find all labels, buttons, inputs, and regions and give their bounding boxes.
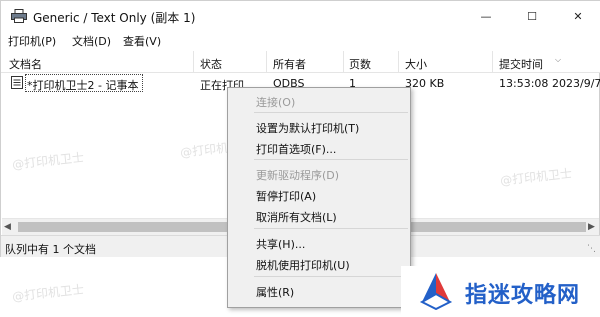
watermark-text: @打印机卫士 [11,282,85,304]
column-divider[interactable] [492,51,493,72]
menu-separator [254,159,408,160]
printer-icon [11,9,27,23]
column-pages[interactable]: 页数 [349,56,371,72]
window-title: Generic / Text Only (副本 1) [33,11,196,25]
column-status[interactable]: 状态 [200,56,222,72]
maximize-button[interactable]: ☐ [509,1,555,31]
minimize-button[interactable]: — [463,1,509,31]
menu-separator [254,276,408,277]
context-menu: 连接(O) 设置为默认打印机(T) 打印首选项(F)... 更新驱动程序(D) … [227,87,411,308]
menu-set-default[interactable]: 设置为默认打印机(T) [256,120,359,136]
menu-view[interactable]: 查看(V) [123,33,161,49]
job-name: *打印机卫士2 - 记事本 [27,79,139,92]
menu-update-driver[interactable]: 更新驱动程序(D) [256,167,339,183]
column-divider[interactable] [398,51,399,72]
compass-logo-icon [419,273,453,310]
site-logo: 指迷攻略网 [401,266,600,317]
menu-printer[interactable]: 打印机(P) [8,33,56,49]
resize-grip-icon[interactable]: ⋱ [587,244,596,254]
menu-document[interactable]: 文档(D) [72,33,111,49]
sort-indicator-icon: ⌵ [555,55,562,64]
menu-bar: 打印机(P) 文档(D) 查看(V) [1,31,600,51]
menu-connect[interactable]: 连接(O) [256,94,295,110]
column-size[interactable]: 大小 [405,56,427,72]
column-submitted[interactable]: 提交时间 [499,56,543,72]
menu-cancel-all[interactable]: 取消所有文档(L) [256,209,337,225]
job-time: 13:53:08 [499,77,549,90]
menu-pause-printing[interactable]: 暂停打印(A) [256,188,316,204]
menu-use-offline[interactable]: 脱机使用打印机(U) [256,257,350,273]
title-bar[interactable]: Generic / Text Only (副本 1) — ☐ ✕ [1,1,600,31]
column-owner[interactable]: 所有者 [273,56,306,72]
logo-text: 指迷攻略网 [465,282,581,308]
menu-share[interactable]: 共享(H)... [256,236,305,252]
menu-separator [254,228,408,229]
column-divider[interactable] [343,51,344,72]
status-text: 队列中有 1 个文档 [5,243,96,256]
close-button[interactable]: ✕ [555,1,600,31]
menu-properties[interactable]: 属性(R) [256,284,294,300]
menu-preferences[interactable]: 打印首选项(F)... [256,141,336,157]
column-document-name[interactable]: 文档名 [9,56,42,72]
menu-separator [254,112,408,113]
column-header: 文档名 状态 所有者 页数 大小 提交时间 ⌵ [1,51,600,73]
scroll-left-icon[interactable]: ◀ [4,222,11,232]
job-date: 2023/9/7 [552,77,600,90]
column-divider[interactable] [266,51,267,72]
scroll-right-icon[interactable]: ▶ [588,222,595,232]
column-divider[interactable] [193,51,194,72]
document-icon [11,76,23,89]
